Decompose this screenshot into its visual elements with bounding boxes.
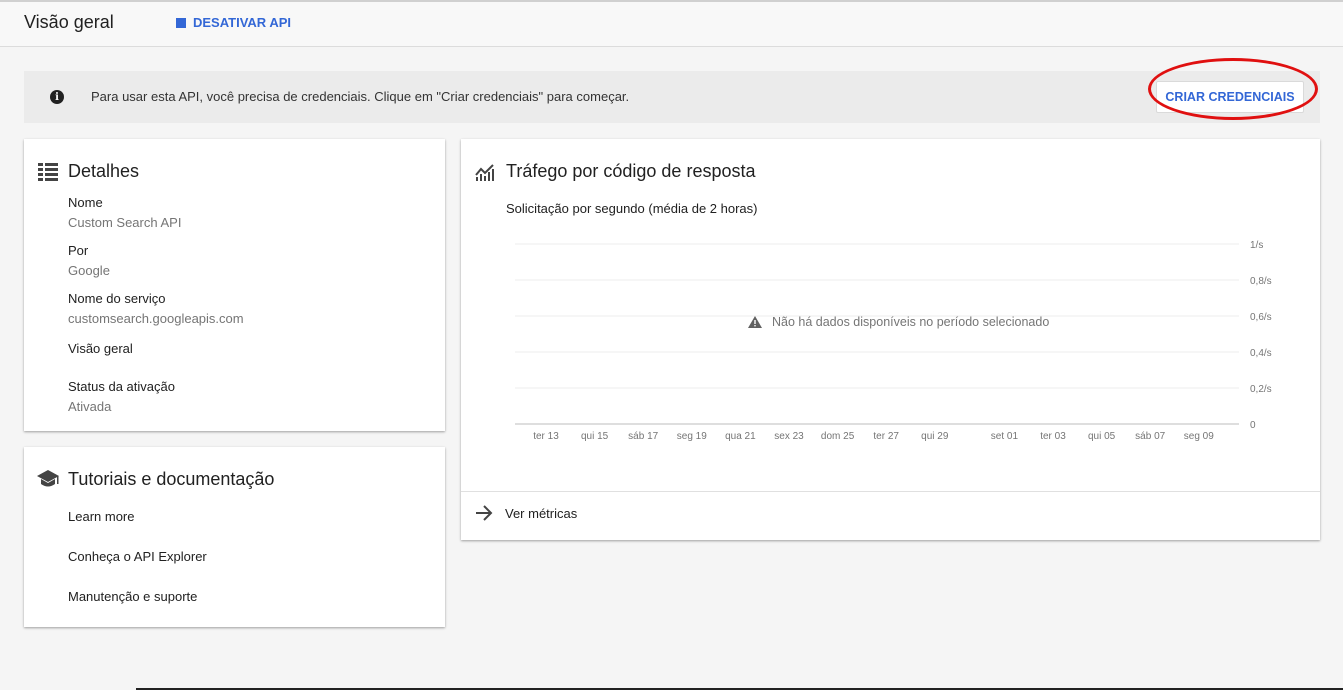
- api-explorer-link[interactable]: Conheça o API Explorer: [68, 549, 207, 564]
- field-value-by: Google: [68, 263, 110, 278]
- x-tick-label: qua 21: [725, 431, 756, 442]
- y-tick-label: 0,6/s: [1250, 312, 1272, 323]
- x-tick-label: dom 25: [821, 431, 855, 442]
- view-metrics-link[interactable]: Ver métricas: [475, 505, 577, 521]
- page-title: Visão geral: [24, 12, 114, 32]
- traffic-card: Tráfego por código de resposta Solicitaç…: [461, 139, 1320, 540]
- x-tick-label: sex 23: [774, 431, 804, 442]
- maintenance-support-link[interactable]: Manutenção e suporte: [68, 589, 197, 604]
- school-icon: [37, 470, 59, 487]
- y-tick-label: 1/s: [1250, 240, 1263, 251]
- x-tick-label: sáb 17: [628, 431, 658, 442]
- disable-api-label: DESATIVAR API: [193, 15, 291, 30]
- x-tick-label: qui 15: [581, 431, 609, 442]
- tutorials-card: Tutoriais e documentação Learn more Conh…: [24, 447, 445, 627]
- details-title: Detalhes: [68, 161, 140, 181]
- view-metrics-label: Ver métricas: [505, 505, 578, 521]
- card-divider: [461, 491, 1320, 492]
- traffic-chart: 1/s 0,8/s 0,6/s 0,4/s 0,2/s 0 ter 13 qui 15 sáb …: [515, 240, 1272, 442]
- field-value-name: Custom Search API: [68, 215, 182, 230]
- y-tick-label: 0: [1250, 420, 1256, 431]
- disable-api-button[interactable]: DESATIVAR API: [176, 15, 291, 30]
- x-tick-label: ter 27: [873, 431, 899, 442]
- info-icon: i: [50, 90, 64, 104]
- stop-icon: [176, 17, 186, 28]
- y-tick-label: 0,2/s: [1250, 384, 1272, 395]
- no-data-text: Não há dados disponíveis no período sele…: [772, 315, 1050, 329]
- y-tick-label: 0,4/s: [1250, 348, 1272, 359]
- y-tick-label: 0,8/s: [1250, 276, 1272, 287]
- no-data-message: Não há dados disponíveis no período sele…: [748, 315, 1049, 329]
- x-tick-label: ter 03: [1040, 431, 1066, 442]
- tutorials-title: Tutoriais e documentação: [68, 469, 275, 489]
- field-label-overview: Visão geral: [68, 341, 133, 356]
- field-label-service-name: Nome do serviço: [68, 291, 166, 306]
- create-credentials-button[interactable]: CRIAR CREDENCIAIS: [1156, 81, 1304, 113]
- details-card: Detalhes Nome Custom Search API Por Goog…: [24, 139, 445, 431]
- banner-message: Para usar esta API, você precisa de cred…: [91, 89, 630, 104]
- list-icon: [38, 163, 58, 181]
- arrow-right-icon: [476, 505, 493, 521]
- x-tick-label: ter 13: [533, 431, 559, 442]
- field-label-by: Por: [68, 243, 89, 258]
- x-tick-label: set 01: [991, 431, 1019, 442]
- credentials-banner: i Para usar esta API, você precisa de cr…: [24, 71, 1320, 123]
- x-tick-label: seg 09: [1184, 431, 1214, 442]
- warning-icon: [748, 316, 762, 328]
- x-tick-label: seg 19: [677, 431, 707, 442]
- x-tick-label: qui 05: [1088, 431, 1116, 442]
- x-tick-label: qui 29: [921, 431, 949, 442]
- field-label-activation-status: Status da ativação: [68, 379, 175, 394]
- field-value-activation-status: Ativada: [68, 399, 112, 414]
- field-label-name: Nome: [68, 195, 103, 210]
- top-bar: Visão geral DESATIVAR API: [0, 0, 1343, 47]
- x-tick-label: sáb 07: [1135, 431, 1165, 442]
- field-value-service-name: customsearch.googleapis.com: [68, 311, 244, 326]
- learn-more-link[interactable]: Learn more: [68, 509, 134, 524]
